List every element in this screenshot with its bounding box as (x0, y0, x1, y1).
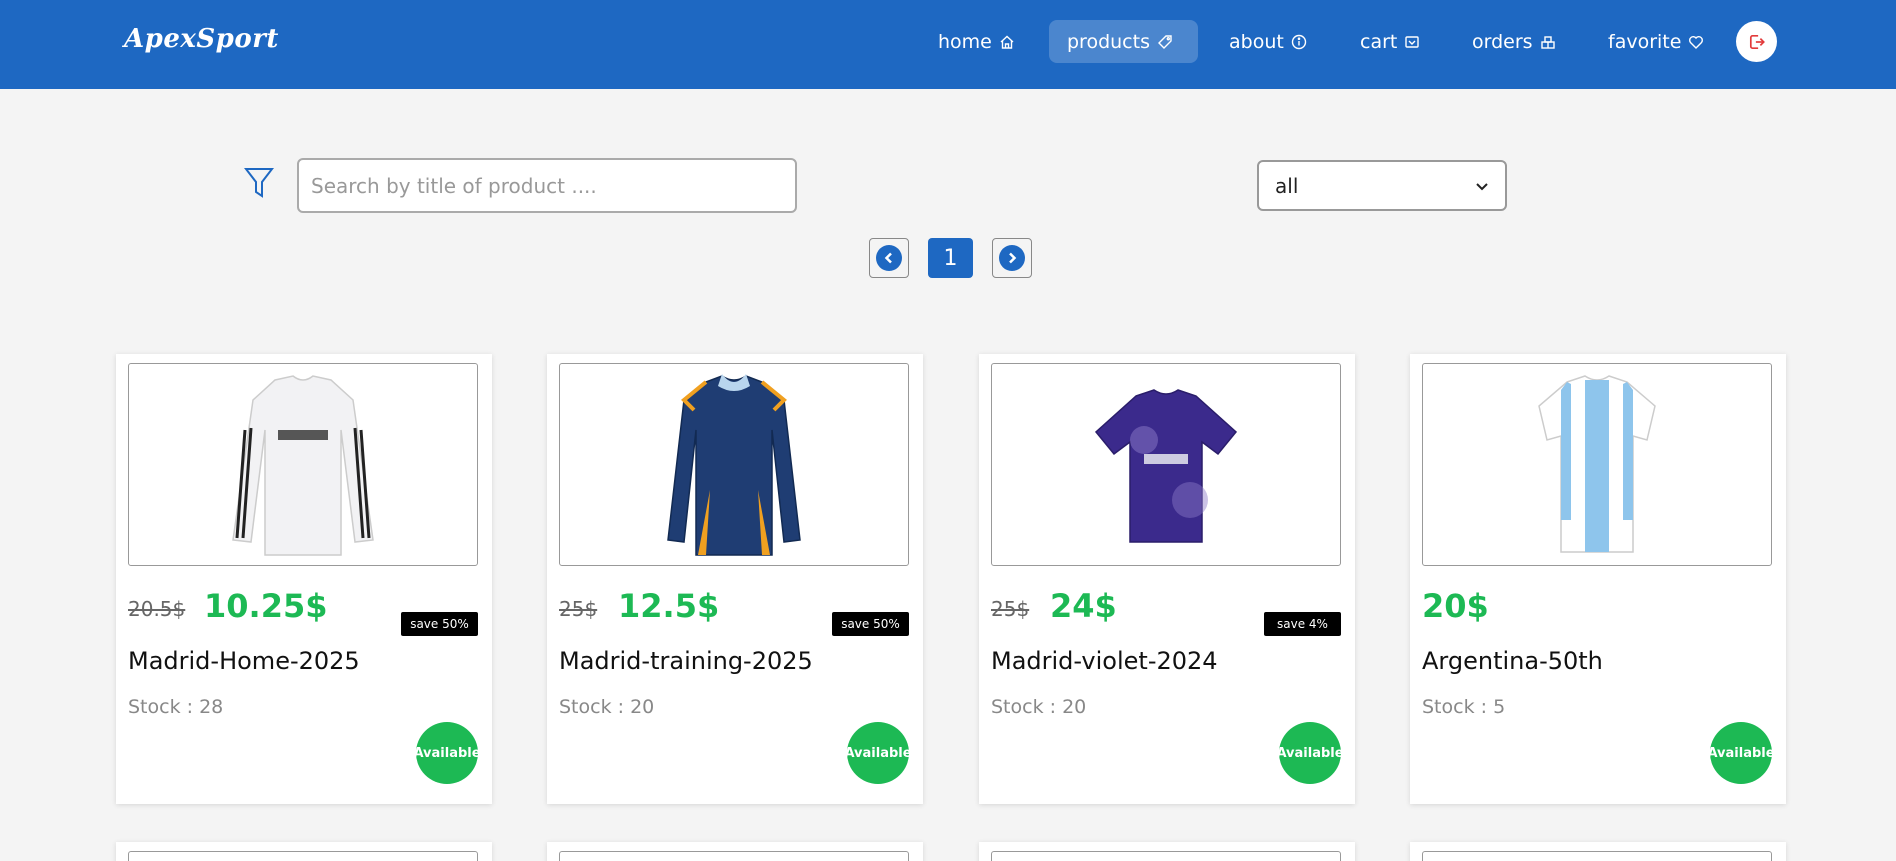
product-card[interactable] (547, 842, 923, 861)
product-image[interactable] (128, 851, 478, 861)
product-title[interactable]: Madrid-violet-2024 (991, 647, 1218, 675)
logout-icon (1749, 34, 1765, 49)
cart-icon (1405, 35, 1420, 48)
filter-icon[interactable] (244, 166, 274, 200)
current-price: 24$ (1050, 587, 1117, 625)
availability-badge: Available (844, 722, 912, 784)
product-image[interactable] (991, 363, 1341, 566)
product-image[interactable] (1422, 363, 1772, 566)
product-card[interactable] (116, 842, 492, 861)
nav-about[interactable]: about (1219, 20, 1317, 63)
jersey-image (1538, 374, 1656, 553)
nav-orders[interactable]: orders (1462, 20, 1566, 63)
current-price: 12.5$ (618, 587, 720, 625)
prev-page-button[interactable] (869, 238, 909, 278)
category-select[interactable]: all (1257, 160, 1507, 211)
next-page-button[interactable] (992, 238, 1032, 278)
product-image[interactable] (559, 851, 909, 861)
nav-about-label: about (1229, 30, 1284, 53)
old-price: 20.5$ (128, 597, 186, 621)
nav-favorite[interactable]: favorite (1598, 20, 1714, 63)
product-image[interactable] (128, 363, 478, 566)
product-card[interactable] (979, 842, 1355, 861)
product-title[interactable]: Argentina-50th (1422, 647, 1603, 675)
stock-count: Stock : 28 (128, 696, 224, 718)
discount-badge: save 50% (832, 612, 909, 636)
heart-icon (1689, 35, 1704, 49)
discount-badge: save 50% (401, 612, 478, 636)
jersey-image (1094, 388, 1238, 543)
availability-badge: Available (413, 722, 481, 784)
nav-home[interactable]: home (928, 20, 1025, 63)
availability-badge: Available (1707, 722, 1775, 784)
jersey-image (667, 373, 801, 556)
current-price: 10.25$ (204, 587, 328, 625)
stock-count: Stock : 5 (1422, 696, 1506, 718)
product-title[interactable]: Madrid-Home-2025 (128, 647, 360, 675)
nav-products-label: products (1067, 30, 1150, 53)
product-image[interactable] (1422, 851, 1772, 861)
chevron-left-icon (884, 252, 892, 264)
product-card[interactable]: 25$ 24$ save 4% Madrid-violet-2024 Stock… (979, 354, 1355, 804)
orders-icon (1540, 35, 1555, 49)
stock-count: Stock : 20 (991, 696, 1087, 718)
info-icon (1291, 34, 1307, 49)
chevron-right-icon (1009, 252, 1017, 264)
nav-favorite-label: favorite (1608, 30, 1682, 53)
jersey-image (232, 374, 374, 556)
old-price: 25$ (559, 597, 598, 621)
current-price: 20$ (1422, 587, 1489, 625)
nav-orders-label: orders (1472, 30, 1533, 53)
tag-icon (1157, 34, 1172, 49)
page-number-current[interactable]: 1 (928, 238, 973, 278)
home-icon (1000, 35, 1014, 49)
brand-logo[interactable]: ApexSport (124, 24, 279, 54)
stock-count: Stock : 20 (559, 696, 655, 718)
product-image[interactable] (991, 851, 1341, 861)
top-navbar: ApexSport home products about cart order… (0, 0, 1896, 89)
discount-badge: save 4% (1264, 612, 1341, 636)
old-price: 25$ (991, 597, 1030, 621)
product-card[interactable]: 20.5$ 10.25$ save 50% Madrid-Home-2025 S… (116, 354, 492, 804)
availability-badge: Available (1276, 722, 1344, 784)
nav-cart-label: cart (1360, 30, 1398, 53)
chevron-down-icon (1476, 182, 1488, 190)
search-input[interactable] (297, 158, 797, 213)
category-select-value: all (1275, 173, 1299, 198)
product-card[interactable] (1410, 842, 1786, 861)
product-title[interactable]: Madrid-training-2025 (559, 647, 813, 675)
product-card[interactable]: 25$ 12.5$ save 50% Madrid-training-2025 … (547, 354, 923, 804)
product-image[interactable] (559, 363, 909, 566)
nav-cart[interactable]: cart (1350, 20, 1430, 63)
nav-products[interactable]: products (1049, 20, 1198, 63)
product-card[interactable]: 20$ Argentina-50th Stock : 5 Available (1410, 354, 1786, 804)
nav-home-label: home (938, 30, 992, 53)
logout-button[interactable] (1736, 21, 1777, 62)
